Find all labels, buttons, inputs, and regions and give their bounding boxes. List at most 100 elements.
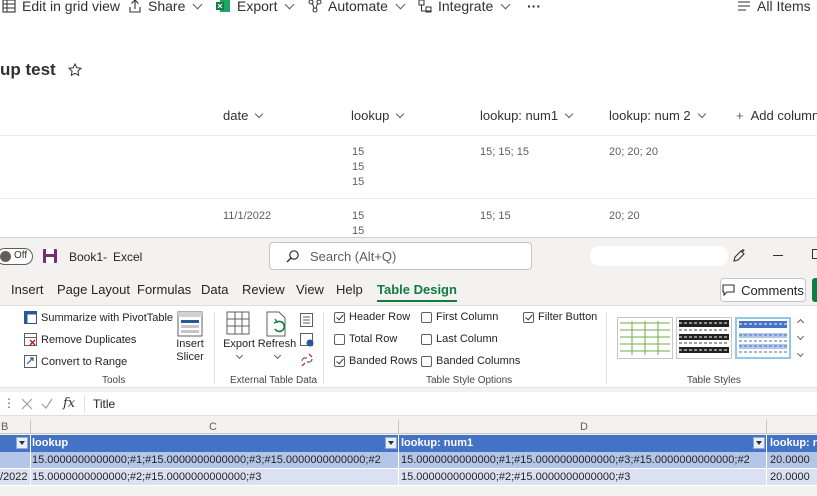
pivottable-icon bbox=[24, 311, 37, 324]
sharepoint-command-bar: Edit in grid view Share Export Automate … bbox=[0, 0, 817, 14]
unlink-icon[interactable] bbox=[300, 353, 314, 367]
convert-to-range-button[interactable]: Convert to Range bbox=[24, 355, 127, 368]
convert-to-range-label: Convert to Range bbox=[41, 355, 128, 368]
table-row[interactable]: /2022 15.0000000000000;#2;#15.0000000000… bbox=[0, 469, 817, 486]
filter-button-checkbox[interactable]: Filter Button bbox=[523, 311, 597, 323]
comments-button[interactable]: Comments bbox=[720, 278, 806, 302]
group-label-table-styles: Table Styles bbox=[687, 375, 741, 386]
formula-input[interactable]: Title bbox=[93, 397, 115, 411]
last-column-checkbox[interactable]: Last Column bbox=[421, 333, 498, 345]
cell-num2: 20; 20; 20 bbox=[609, 146, 658, 158]
column-letter-b[interactable]: B bbox=[1, 421, 8, 433]
header-row-label: Header Row bbox=[349, 311, 411, 323]
search-box[interactable]: Search (Alt+Q) bbox=[269, 242, 532, 270]
cell-c[interactable]: 15.0000000000000;#1;#15.0000000000000;#3… bbox=[32, 454, 381, 466]
maximize-button[interactable] bbox=[812, 249, 817, 259]
header-row-checkbox[interactable]: Header Row bbox=[334, 311, 410, 323]
tab-help[interactable]: Help bbox=[336, 282, 363, 297]
automate-button[interactable]: Automate bbox=[308, 0, 406, 14]
table-style-blue-selected[interactable] bbox=[735, 317, 791, 359]
summarize-pivottable-button[interactable]: Summarize with PivotTable bbox=[24, 311, 173, 324]
autosave-toggle[interactable]: Off bbox=[0, 248, 33, 265]
cell-e[interactable]: 20.0000 bbox=[770, 471, 810, 483]
header-cell-lookup-num2[interactable]: lookup: r bbox=[770, 437, 817, 449]
filter-dropdown-icon[interactable] bbox=[753, 437, 765, 449]
column-headers: B C D bbox=[0, 420, 817, 434]
gallery-more[interactable] bbox=[793, 348, 807, 362]
column-header-date[interactable]: date bbox=[223, 108, 264, 123]
automate-label: Automate bbox=[328, 0, 388, 14]
refresh-button[interactable]: Refresh bbox=[258, 310, 296, 360]
export-table-label: Export bbox=[223, 338, 255, 350]
column-header-lookup-num1[interactable]: lookup: num1 bbox=[480, 108, 574, 123]
tab-review[interactable]: Review bbox=[242, 282, 285, 297]
insert-slicer-button[interactable]: Insert Slicer bbox=[174, 310, 206, 364]
view-switcher[interactable]: All Items bbox=[737, 0, 811, 14]
open-in-browser-icon[interactable] bbox=[300, 333, 314, 347]
lookup-value: 15 bbox=[352, 176, 365, 188]
export-table-button[interactable]: Export bbox=[222, 310, 256, 360]
more-icon[interactable]: ⋮ bbox=[3, 396, 15, 410]
tab-view[interactable]: View bbox=[296, 282, 324, 297]
tab-insert[interactable]: Insert bbox=[11, 282, 44, 297]
cell-d[interactable]: 15.0000000000000;#2;#15.0000000000000;#3 bbox=[401, 471, 630, 483]
list-title-text: up test bbox=[0, 60, 56, 79]
banded-columns-checkbox[interactable]: Banded Columns bbox=[421, 355, 520, 367]
column-header-date-label: date bbox=[223, 108, 249, 123]
column-header-lookup[interactable]: lookup bbox=[351, 108, 405, 123]
header-cell-lookup[interactable]: lookup bbox=[32, 437, 68, 449]
first-column-checkbox[interactable]: First Column bbox=[421, 311, 498, 323]
formula-bar: ⋮ fx Title bbox=[0, 392, 817, 416]
total-row-checkbox[interactable]: Total Row bbox=[334, 333, 397, 345]
chevron-down-icon bbox=[255, 109, 264, 118]
list-title: up test bbox=[0, 60, 82, 80]
cell-e[interactable]: 20.0000 bbox=[770, 454, 810, 466]
gallery-scroll-down[interactable] bbox=[793, 331, 807, 345]
chevron-down-icon bbox=[697, 109, 706, 118]
tab-page-layout[interactable]: Page Layout bbox=[57, 282, 130, 297]
properties-icon[interactable] bbox=[300, 313, 313, 327]
cell-d[interactable]: 15.0000000000000;#1;#15.0000000000000;#3… bbox=[401, 454, 750, 466]
more-options-button[interactable]: ··· bbox=[527, 0, 541, 14]
cell-b[interactable]: /2022 bbox=[0, 471, 28, 483]
lookup-value: 15 bbox=[352, 210, 365, 222]
cancel-icon[interactable] bbox=[21, 398, 33, 410]
table-row[interactable]: 15.0000000000000;#1;#15.0000000000000;#3… bbox=[0, 452, 817, 469]
cell-num2: 20; 20 bbox=[609, 210, 640, 222]
add-column-button[interactable]: + Add column bbox=[736, 108, 817, 123]
edit-grid-view-button[interactable]: Edit in grid view bbox=[2, 0, 120, 14]
favorite-star-icon[interactable] bbox=[67, 63, 82, 77]
share-icon bbox=[129, 0, 141, 13]
enter-check-icon[interactable] bbox=[41, 398, 53, 410]
save-icon[interactable] bbox=[42, 248, 58, 264]
gallery-scroll-up[interactable] bbox=[793, 314, 807, 328]
divider bbox=[30, 420, 31, 434]
share-button[interactable] bbox=[812, 278, 817, 302]
share-button[interactable]: Share bbox=[128, 0, 203, 14]
minimize-button[interactable] bbox=[773, 255, 783, 256]
banded-rows-checkbox[interactable]: Banded Rows bbox=[334, 355, 418, 367]
header-cell-lookup-num1[interactable]: lookup: num1 bbox=[401, 437, 473, 449]
column-letter-c[interactable]: C bbox=[209, 421, 217, 433]
cell-c[interactable]: 15.0000000000000;#2;#15.0000000000000;#3 bbox=[32, 471, 261, 483]
integrate-button[interactable]: Integrate bbox=[418, 0, 511, 14]
column-letter-d[interactable]: D bbox=[580, 421, 588, 433]
tab-table-design[interactable]: Table Design bbox=[377, 282, 457, 302]
share-label: Share bbox=[148, 0, 186, 14]
designer-pen-icon[interactable] bbox=[731, 248, 747, 264]
table-style-black[interactable] bbox=[676, 317, 732, 359]
divider bbox=[0, 135, 817, 136]
export-button[interactable]: Export bbox=[216, 0, 295, 14]
convert-range-icon bbox=[24, 355, 37, 368]
filter-dropdown-icon[interactable] bbox=[385, 437, 397, 449]
insert-function-icon[interactable]: fx bbox=[63, 396, 75, 411]
plus-icon: + bbox=[736, 108, 744, 123]
column-header-lookup-num2[interactable]: lookup: num 2 bbox=[609, 108, 706, 123]
table-style-green[interactable] bbox=[617, 317, 673, 359]
document-name[interactable]: Book1 bbox=[69, 250, 103, 264]
remove-duplicates-button[interactable]: Remove Duplicates bbox=[24, 333, 136, 346]
filter-dropdown-icon[interactable] bbox=[16, 437, 28, 449]
tab-data[interactable]: Data bbox=[201, 282, 228, 297]
excel-export-icon bbox=[216, 0, 230, 12]
tab-formulas[interactable]: Formulas bbox=[137, 282, 191, 297]
